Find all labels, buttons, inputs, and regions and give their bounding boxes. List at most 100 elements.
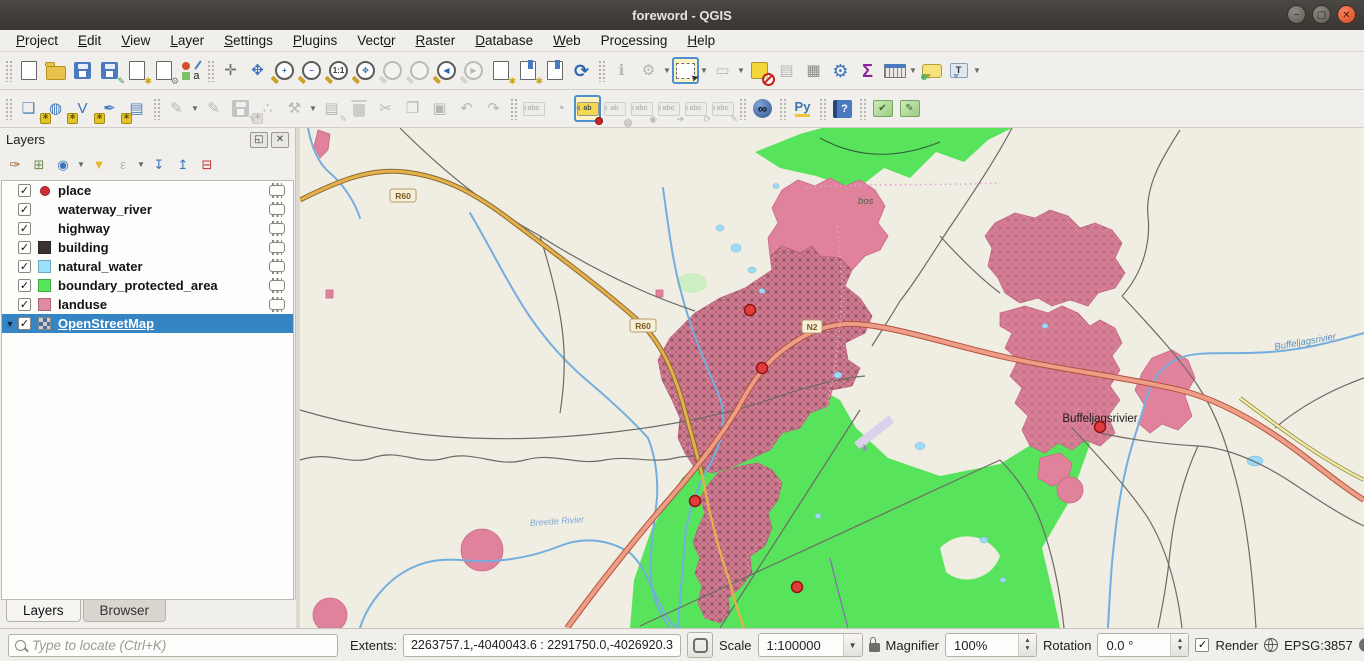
messages-icon[interactable]: ···	[1359, 638, 1364, 652]
delete-selected-icon[interactable]	[345, 95, 372, 122]
extents-value[interactable]: 2263757.1,-4040043.6 : 2291750.0,-402692…	[403, 634, 681, 657]
menu-item-plugins[interactable]: Plugins	[283, 30, 347, 52]
new-3d-map-view-icon[interactable]: ✱	[514, 57, 541, 84]
text-annotation-dropdown[interactable]: ▼	[972, 58, 982, 84]
move-label-icon[interactable]: abc➜	[655, 95, 682, 122]
measure-dropdown[interactable]: ▼	[908, 58, 918, 84]
layer-visibility-checkbox[interactable]: ✓	[18, 203, 31, 216]
undo-icon[interactable]: ↶	[453, 95, 480, 122]
remove-layer-icon[interactable]: ⊟	[196, 154, 218, 176]
layer-item-building[interactable]: ✓building	[2, 238, 293, 257]
toggle-editing-icon[interactable]: ✎	[200, 95, 227, 122]
zoom-to-selection-icon[interactable]	[379, 57, 406, 84]
identify-features-icon[interactable]: ℹ	[608, 57, 635, 84]
current-edits-dropdown[interactable]: ▼	[190, 96, 200, 122]
layer-visibility-checkbox[interactable]: ✓	[18, 317, 31, 330]
title-bar[interactable]: foreword - QGIS − ▢ ✕	[0, 0, 1364, 31]
maximize-button[interactable]: ▢	[1312, 5, 1331, 24]
select-features-dropdown[interactable]: ▼	[699, 58, 709, 84]
open-data-source-manager-icon[interactable]: ❏+	[15, 95, 42, 122]
current-edits-icon[interactable]: ✎	[163, 95, 190, 122]
save-layer-edits-icon[interactable]: ✎	[227, 95, 254, 122]
refresh-map-icon[interactable]: ⟳	[568, 57, 595, 84]
zoom-to-layer-icon[interactable]	[406, 57, 433, 84]
menu-item-layer[interactable]: Layer	[160, 30, 214, 52]
advanced-digitizing-icon[interactable]: ⚒	[281, 95, 308, 122]
menu-item-raster[interactable]: Raster	[406, 30, 466, 52]
rotate-label-icon[interactable]: abc⟳	[682, 95, 709, 122]
help-contents-icon[interactable]: ?	[829, 95, 856, 122]
layer-item-natural_water[interactable]: ✓natural_water	[2, 257, 293, 276]
select-features-by-value-icon[interactable]: ▭	[709, 57, 736, 84]
run-feature-action-icon[interactable]: ⚙	[635, 57, 662, 84]
layer-item-place[interactable]: ✓place	[2, 181, 293, 200]
filter-by-expression-dropdown[interactable]: ▼	[136, 152, 146, 178]
show-layout-manager-icon[interactable]: ⚙	[150, 57, 177, 84]
close-button[interactable]: ✕	[1337, 5, 1356, 24]
layer-visibility-checkbox[interactable]: ✓	[18, 260, 31, 273]
style-manager-icon[interactable]: a	[177, 57, 204, 84]
measure-icon[interactable]	[881, 57, 908, 84]
unpin-labels-icon[interactable]: ab	[601, 95, 628, 122]
change-label-icon[interactable]: abc✎	[709, 95, 736, 122]
new-virtual-layer-icon[interactable]: V✱	[69, 95, 96, 122]
layer-diagram-icon[interactable]: ◔	[547, 95, 574, 122]
layer-visibility-checkbox[interactable]: ✓	[18, 184, 31, 197]
minimize-button[interactable]: −	[1287, 5, 1306, 24]
new-geopackage-layer-icon[interactable]: ✒✱	[96, 95, 123, 122]
select-features-by-value-dropdown[interactable]: ▼	[736, 58, 746, 84]
run-feature-action-dropdown[interactable]: ▼	[662, 58, 672, 84]
advanced-digitizing-dropdown[interactable]: ▼	[308, 96, 318, 122]
modify-attributes-icon[interactable]: ▤✎	[318, 95, 345, 122]
layer-labeling-icon[interactable]: abc	[520, 95, 547, 122]
add-point-feature-icon[interactable]: ∴✱	[254, 95, 281, 122]
locator-input[interactable]: Type to locate (Ctrl+K)	[8, 634, 338, 657]
open-project-icon[interactable]	[42, 57, 69, 84]
copy-features-icon[interactable]: ❐	[399, 95, 426, 122]
menu-item-vector[interactable]: Vector	[347, 30, 405, 52]
map-tips-icon[interactable]	[918, 57, 945, 84]
menu-item-project[interactable]: Project	[6, 30, 68, 52]
zoom-full-icon[interactable]: ✥	[352, 57, 379, 84]
cut-features-icon[interactable]: ✂	[372, 95, 399, 122]
panel-float-button[interactable]: ◱	[250, 132, 268, 148]
collapse-all-icon[interactable]: ↥	[172, 154, 194, 176]
add-vector-layer-icon[interactable]: ◍✱	[42, 95, 69, 122]
save-project-as-icon[interactable]: ✎	[96, 57, 123, 84]
spinner-arrows-icon[interactable]: ▲▼	[1018, 634, 1036, 656]
expand-all-icon[interactable]: ↧	[148, 154, 170, 176]
layer-item-highway[interactable]: ✓highway	[2, 219, 293, 238]
map-canvas[interactable]: ✈ R60 R60 N2 Buffeljagsrivier Breede Riv…	[300, 128, 1364, 628]
menu-item-database[interactable]: Database	[465, 30, 543, 52]
zoom-next-icon[interactable]: ▶	[460, 57, 487, 84]
select-features-icon[interactable]	[672, 57, 699, 84]
scale-combobox[interactable]: 1:100000 ▼	[758, 633, 863, 657]
filter-legend-icon[interactable]: ▼	[88, 154, 110, 176]
magnifier-spinbox[interactable]: 100% ▲▼	[945, 633, 1037, 657]
layer-item-landuse[interactable]: ✓landuse	[2, 295, 293, 314]
filter-by-expression-icon[interactable]: ε	[112, 154, 134, 176]
layer-item-waterway_river[interactable]: ✓waterway_river	[2, 200, 293, 219]
sketch-map-plugin-icon[interactable]: ✎	[896, 95, 923, 122]
spinner-arrows-icon[interactable]: ▲▼	[1170, 634, 1188, 656]
tab-browser[interactable]: Browser	[83, 600, 167, 622]
new-shapefile-layer-icon[interactable]: ▤✱	[123, 95, 150, 122]
layer-item-OpenStreetMap[interactable]: ▼✓OpenStreetMap	[2, 314, 293, 333]
menu-item-help[interactable]: Help	[677, 30, 725, 52]
pin-labels-icon[interactable]: ab	[574, 95, 601, 122]
layer-visibility-checkbox[interactable]: ✓	[18, 298, 31, 311]
new-map-view-icon[interactable]: ✱	[487, 57, 514, 84]
menu-item-edit[interactable]: Edit	[68, 30, 111, 52]
manage-map-themes-icon[interactable]: ◉	[52, 154, 74, 176]
menu-item-web[interactable]: Web	[543, 30, 591, 52]
manage-map-themes-dropdown[interactable]: ▼	[76, 152, 86, 178]
open-layer-styling-icon[interactable]: ✑	[4, 154, 26, 176]
field-calculator-icon[interactable]: ▦	[800, 57, 827, 84]
tab-layers[interactable]: Layers	[6, 600, 81, 622]
layer-visibility-checkbox[interactable]: ✓	[18, 241, 31, 254]
show-bookmarks-icon[interactable]	[541, 57, 568, 84]
menu-item-view[interactable]: View	[111, 30, 160, 52]
new-print-layout-icon[interactable]: ✱	[123, 57, 150, 84]
extent-button[interactable]	[687, 632, 713, 658]
rotation-spinbox[interactable]: 0.0 ° ▲▼	[1097, 633, 1189, 657]
